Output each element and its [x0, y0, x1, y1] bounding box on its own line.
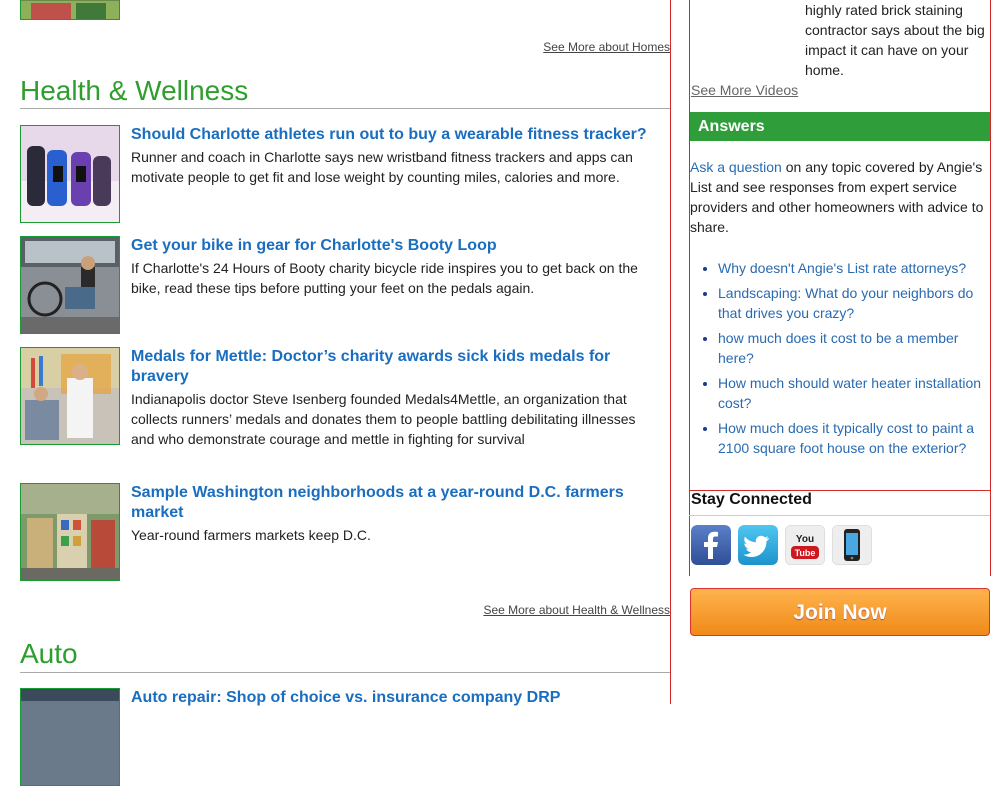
question-link[interactable]: How much does it typically cost to paint… [718, 420, 974, 456]
answers-heading: Answers [698, 118, 765, 135]
see-more-health-link[interactable]: See More about Health & Wellness [483, 603, 670, 617]
box-border [689, 515, 990, 516]
see-more-videos-link[interactable]: See More Videos [691, 82, 798, 98]
question-link[interactable]: How much should water heater installatio… [718, 375, 981, 411]
auto-section-title: Auto [20, 638, 78, 669]
article-title-link[interactable]: Get your bike in gear for Charlotte's Bo… [131, 236, 671, 256]
auto-repair-thumbnail[interactable] [20, 688, 120, 786]
farmers-market-thumbnail[interactable] [20, 483, 120, 581]
health-section-title: Health & Wellness [20, 75, 249, 106]
medals-doctor-thumbnail[interactable] [20, 347, 120, 445]
article-summary: Indianapolis doctor Steve Isenberg found… [131, 391, 636, 447]
videos-box: highly rated brick staining contractor s… [689, 0, 991, 112]
list-item: How much does it typically cost to paint… [718, 418, 990, 458]
answers-intro: Ask a question on any topic covered by A… [690, 157, 990, 237]
question-link[interactable]: Why doesn't Angie's List rate attorneys? [718, 260, 966, 276]
section-divider [20, 672, 670, 673]
bike-shop-thumbnail[interactable] [20, 236, 120, 334]
list-item: how much does it cost to be a member her… [718, 328, 990, 368]
article-summary: If Charlotte's 24 Hours of Booty charity… [131, 260, 638, 296]
facebook-icon[interactable] [691, 525, 731, 565]
column-divider [670, 0, 671, 704]
sidebar: highly rated brick staining contractor s… [689, 0, 991, 704]
youtube-you-label: You [796, 534, 814, 545]
article-title-link[interactable]: Should Charlotte athletes run out to buy… [131, 125, 671, 145]
article-title-link[interactable]: Medals for Mettle: Doctor’s charity awar… [131, 347, 671, 387]
section-divider [20, 108, 670, 109]
homes-article-thumbnail[interactable] [20, 0, 120, 20]
question-link[interactable]: Landscaping: What do your neighbors do t… [718, 285, 973, 321]
list-item: Why doesn't Angie's List rate attorneys? [718, 258, 990, 278]
list-item: Landscaping: What do your neighbors do t… [718, 283, 990, 323]
questions-list: Why doesn't Angie's List rate attorneys?… [690, 258, 990, 463]
twitter-icon[interactable] [738, 525, 778, 565]
youtube-icon[interactable]: You Tube [785, 525, 825, 565]
youtube-tube-label: Tube [795, 548, 816, 558]
main-content: See More about Homes Health & Wellness S… [20, 0, 671, 786]
mobile-app-icon[interactable] [832, 525, 872, 565]
article-summary: Runner and coach in Charlotte says new w… [131, 149, 633, 185]
article-title-link[interactable]: Sample Washington neighborhoods at a yea… [131, 483, 671, 523]
fitness-tracker-thumbnail[interactable] [20, 125, 120, 223]
join-now-button[interactable]: Join Now [690, 588, 990, 636]
stay-connected-title: Stay Connected [691, 491, 812, 508]
article-title-link[interactable]: Auto repair: Shop of choice vs. insuranc… [131, 688, 671, 708]
video-description: highly rated brick staining contractor s… [805, 2, 985, 78]
see-more-homes-link[interactable]: See More about Homes [543, 40, 670, 54]
article-summary: Year-round farmers markets keep D.C. [131, 527, 371, 543]
ask-question-link[interactable]: Ask a question [690, 159, 782, 175]
answers-header: Answers [690, 112, 990, 141]
list-item: How much should water heater installatio… [718, 373, 990, 413]
question-link[interactable]: how much does it cost to be a member her… [718, 330, 958, 366]
